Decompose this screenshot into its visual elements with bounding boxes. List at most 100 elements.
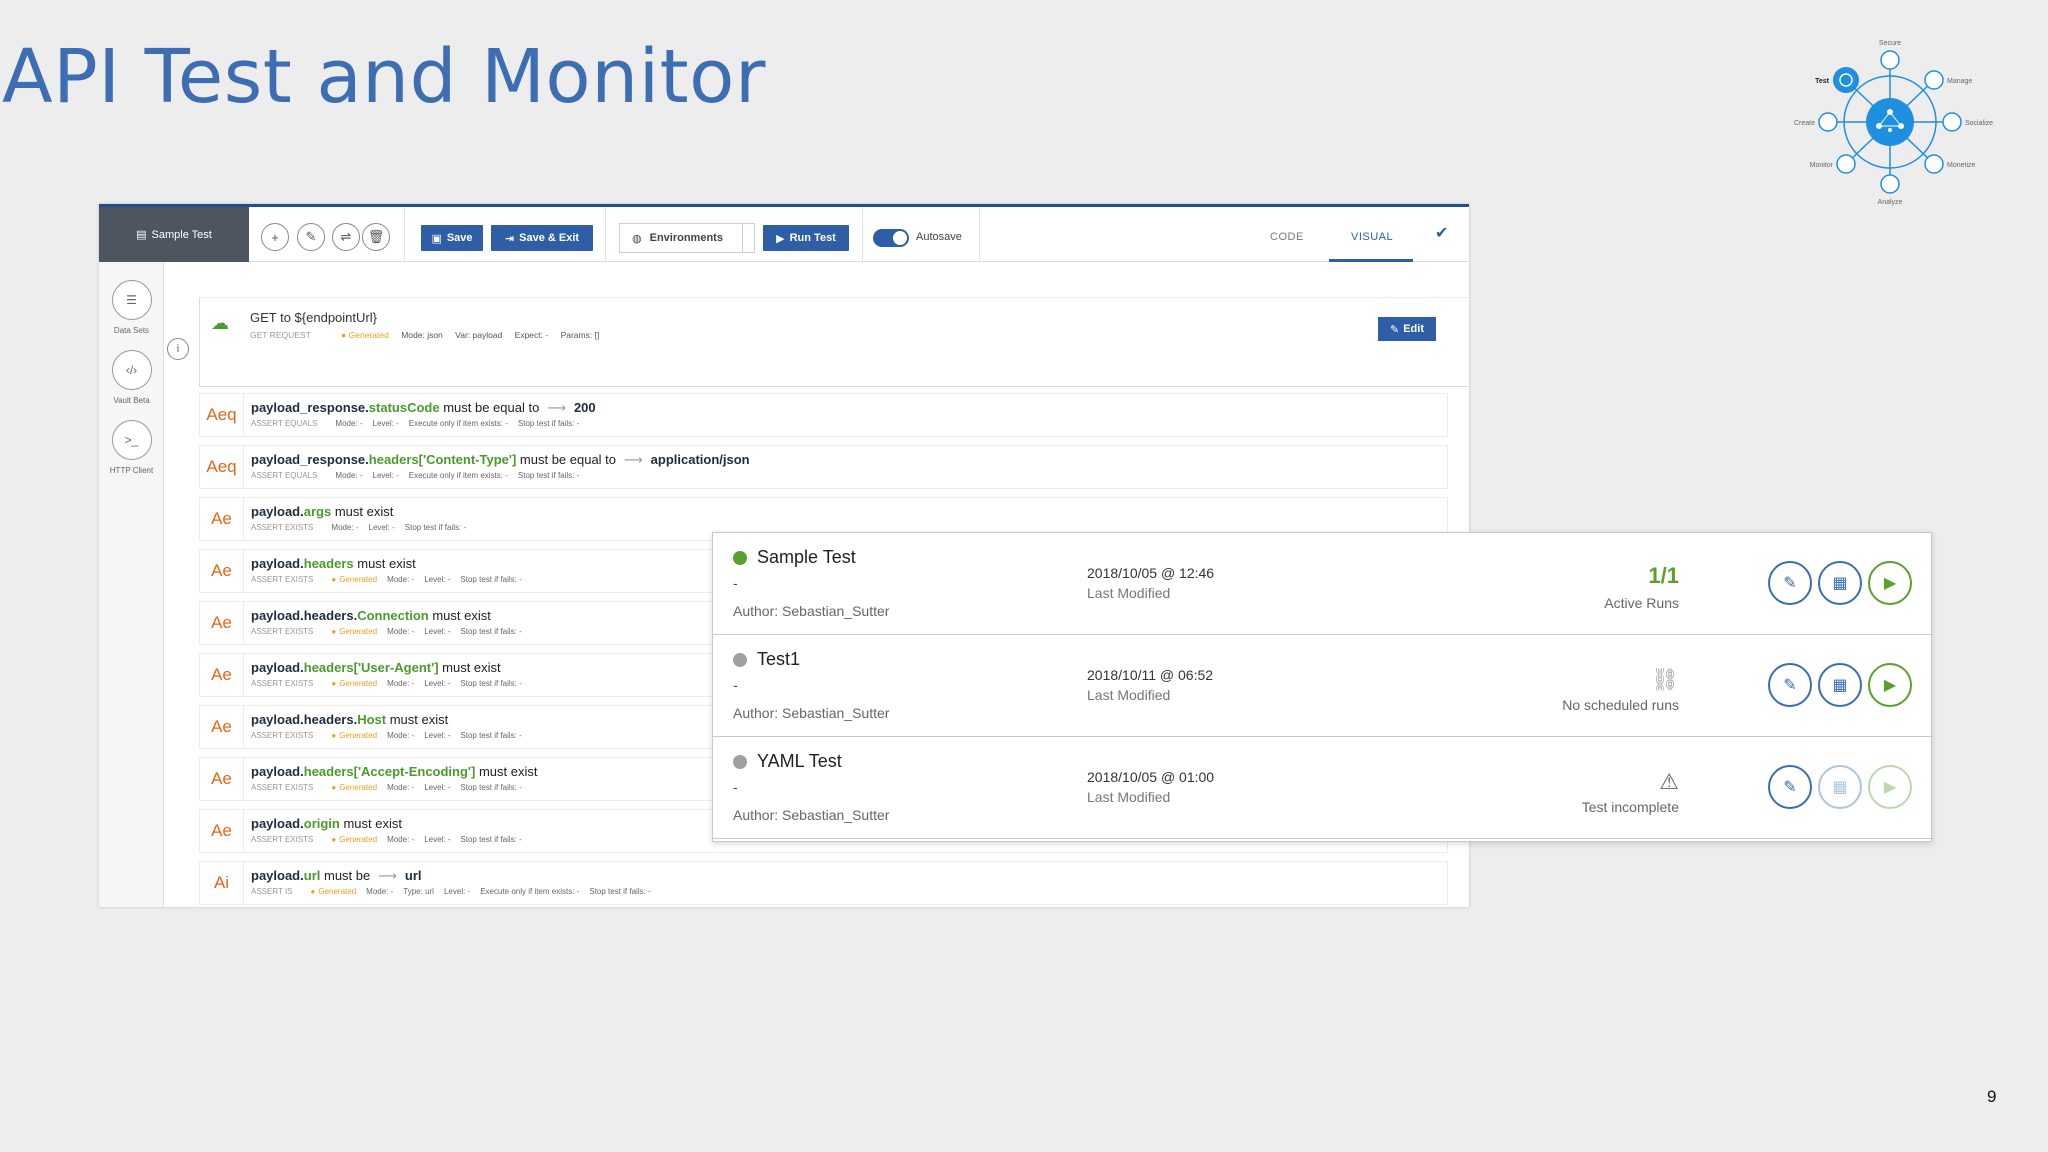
file-icon: ▤: [136, 229, 147, 241]
environments-dropdown[interactable]: ◍ Environments: [619, 223, 755, 253]
assertion-type-icon: Aeq: [200, 394, 244, 436]
terminal-icon: >_: [111, 420, 152, 460]
test-name[interactable]: YAML Test: [757, 751, 842, 772]
schedule-button[interactable]: ▦: [1818, 561, 1862, 605]
rail-vault[interactable]: ‹/› Vault Beta: [99, 350, 164, 405]
last-modified-label: Last Modified: [1087, 789, 1171, 805]
schedule-button[interactable]: ▦: [1818, 765, 1862, 809]
test-name[interactable]: Sample Test: [757, 547, 856, 568]
last-modified-date: 2018/10/05 @ 01:00: [1087, 769, 1215, 785]
save-button[interactable]: ▣ Save: [421, 225, 483, 251]
assertion-text: payload.args must exist: [251, 504, 394, 519]
test-description: -: [733, 575, 738, 591]
check-icon[interactable]: ✔: [1435, 223, 1448, 243]
code-icon: ‹/›: [111, 350, 152, 390]
assertion-meta: ASSERT EQUALS Mode: - Level: - Execute only…: [251, 471, 580, 480]
pencil-icon: ✎: [1390, 323, 1400, 336]
assertion-meta: ASSERT EXISTSGeneratedMode: -Level: -Sto…: [251, 731, 532, 740]
api-lifecycle-diagram: Secure Manage Socialize Monetize Analyze…: [1775, 30, 2025, 210]
last-modified-label: Last Modified: [1087, 585, 1171, 601]
edit-test-button[interactable]: ✎: [1768, 765, 1812, 809]
assertion-meta: ASSERT EXISTSGeneratedMode: -Level: -Sto…: [251, 575, 532, 584]
save-icon: ▣: [431, 232, 442, 245]
calendar-icon: ▦: [1832, 677, 1848, 694]
exit-icon: ⇥: [504, 232, 515, 245]
assertion-type-icon: Ae: [200, 758, 244, 800]
reorder-icon[interactable]: ⇌: [332, 223, 360, 251]
calendar-icon: ▦: [1832, 779, 1848, 796]
pencil-icon[interactable]: ✎: [297, 223, 325, 251]
cloud-download-icon: ☁: [211, 313, 229, 333]
run-test-button[interactable]: ▶: [1868, 561, 1912, 605]
autosave-toggle[interactable]: [873, 229, 909, 247]
assertion-type-icon: Ae: [200, 498, 244, 540]
pencil-icon: ✎: [1783, 575, 1797, 592]
run-test-button[interactable]: ▶: [1868, 765, 1912, 809]
assertion-row[interactable]: Ai payload.url must be⟶url ASSERT ISGene…: [199, 861, 1448, 905]
assertion-text: payload.headers must exist: [251, 556, 416, 571]
stage-create: Create: [1794, 120, 1815, 127]
stage-socialize: Socialize: [1965, 120, 1993, 127]
assertion-text: payload.headers['Accept-Encoding'] must …: [251, 764, 538, 779]
status-dot: [733, 551, 747, 565]
schedule-button[interactable]: ▦: [1818, 663, 1862, 707]
edit-request-button[interactable]: ✎ Edit: [1378, 317, 1436, 341]
play-icon: ▶: [1883, 575, 1897, 592]
status-dot: [733, 653, 747, 667]
edit-test-button[interactable]: ✎: [1768, 561, 1812, 605]
assertion-type-icon: Ae: [200, 550, 244, 592]
add-icon[interactable]: +: [261, 223, 289, 251]
assertion-text: payload.headers.Connection must exist: [251, 608, 491, 623]
test-run-row[interactable]: Test1 - Author: Sebastian_Sutter 2018/10…: [713, 635, 1933, 737]
assertion-text: payload_response.statusCode must be equa…: [251, 400, 596, 415]
tab-code[interactable]: CODE: [1270, 231, 1304, 243]
tab-visual[interactable]: VISUAL: [1351, 231, 1393, 243]
assertion-meta: ASSERT ISGeneratedMode: -Type: urlLevel:…: [251, 887, 661, 896]
status-dot: [733, 755, 747, 769]
stage-manage: Manage: [1947, 78, 1972, 85]
test-description: -: [733, 677, 738, 693]
trash-icon[interactable]: 🗑: [362, 223, 390, 251]
run-status-label: Test incomplete: [1581, 799, 1679, 815]
rail-data-sets[interactable]: ☰ Data Sets: [99, 280, 164, 335]
assertion-type-icon: Ae: [200, 654, 244, 696]
run-test-button[interactable]: ▶ Run Test: [763, 225, 849, 251]
assertion-row[interactable]: Aeq payload_response.statusCode must be …: [199, 393, 1448, 437]
lifecycle-hub-icon: [1866, 98, 1914, 146]
assertion-text: payload.headers['User-Agent'] must exist: [251, 660, 501, 675]
last-modified-date: 2018/10/11 @ 06:52: [1087, 667, 1214, 683]
request-meta: GET REQUEST ● Generated Mode: json Var: …: [250, 330, 600, 340]
assertion-row[interactable]: Aeq payload_response.headers['Content-Ty…: [199, 445, 1448, 489]
test-runs-panel: Sample Test - Author: Sebastian_Sutter 2…: [712, 532, 1933, 842]
play-icon: ▶: [1883, 779, 1897, 796]
slide-title: API Test and Monitor: [2, 34, 766, 120]
assertion-meta: ASSERT EXISTSGeneratedMode: -Level: -Sto…: [251, 679, 532, 688]
stage-monetize: Monetize: [1947, 162, 1976, 169]
run-status-label: No scheduled runs: [1562, 697, 1679, 713]
assertion-type-icon: Ai: [200, 862, 244, 904]
assertion-meta: ASSERT EXISTSGeneratedMode: -Level: -Sto…: [251, 835, 532, 844]
stage-test: Test: [1815, 78, 1830, 85]
edit-test-button[interactable]: ✎: [1768, 663, 1812, 707]
rail-http-client[interactable]: >_ HTTP Client: [99, 420, 164, 475]
run-test-button[interactable]: ▶: [1868, 663, 1912, 707]
stage-analyze: Analyze: [1878, 199, 1903, 206]
assertion-text: payload.origin must exist: [251, 816, 402, 831]
assertion-type-icon: Aeq: [200, 446, 244, 488]
test-author: Author: Sebastian_Sutter: [733, 603, 890, 619]
last-modified-label: Last Modified: [1087, 687, 1171, 703]
play-icon: ▶: [1883, 677, 1897, 694]
info-icon[interactable]: i: [167, 338, 189, 360]
pencil-icon: ✎: [1783, 677, 1797, 694]
request-panel: [199, 297, 1469, 387]
autosave-label: Autosave: [916, 231, 962, 243]
test-run-row[interactable]: Sample Test - Author: Sebastian_Sutter 2…: [713, 533, 1933, 635]
active-runs-count: 1/1: [1648, 563, 1679, 588]
pencil-icon: ✎: [1783, 779, 1797, 796]
test-run-row[interactable]: YAML Test - Author: Sebastian_Sutter 201…: [713, 737, 1933, 839]
tab-sample-test[interactable]: ▤ Sample Test: [99, 207, 249, 262]
save-exit-button[interactable]: ⇥ Save & Exit: [491, 225, 593, 251]
request-title: GET to ${endpointUrl}: [250, 310, 377, 325]
warning-icon: ⚠: [1659, 769, 1679, 794]
test-name[interactable]: Test1: [757, 649, 800, 670]
